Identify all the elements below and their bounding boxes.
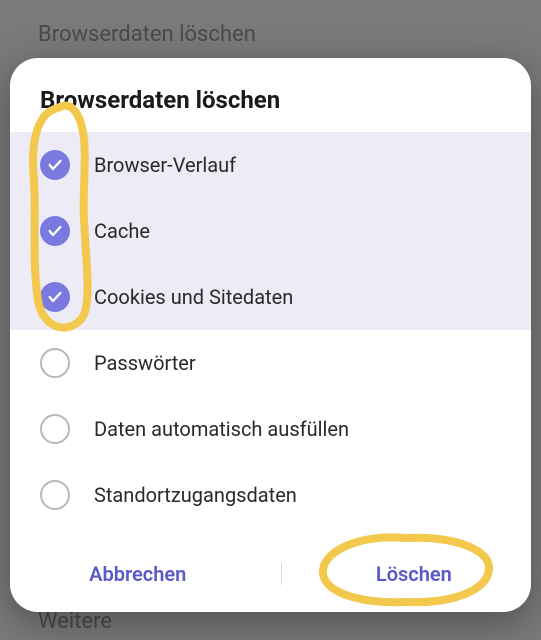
dialog-actions: Abbrechen Löschen — [10, 540, 531, 612]
checkbox-icon — [40, 150, 70, 180]
checkbox-icon — [40, 216, 70, 246]
option-location[interactable]: Standortzugangsdaten — [10, 462, 531, 528]
option-passwords[interactable]: Passwörter — [10, 330, 531, 396]
option-label: Passwörter — [94, 351, 196, 375]
clear-data-dialog: Browserdaten löschen Browser-Verlauf Cac… — [10, 58, 531, 612]
checkbox-icon — [40, 348, 70, 378]
checkbox-icon — [40, 480, 70, 510]
checkbox-icon — [40, 414, 70, 444]
option-cache[interactable]: Cache — [10, 198, 531, 264]
checkbox-icon — [40, 282, 70, 312]
option-label: Browser-Verlauf — [94, 153, 236, 177]
option-label: Cache — [94, 219, 150, 243]
delete-button[interactable]: Löschen — [352, 552, 476, 596]
dialog-title: Browserdaten löschen — [10, 58, 531, 132]
background-page-footer: Weitere — [38, 609, 112, 634]
background-page-title: Browserdaten löschen — [38, 22, 256, 47]
option-autofill[interactable]: Daten automatisch ausfüllen — [10, 396, 531, 462]
cancel-button[interactable]: Abbrechen — [65, 552, 210, 596]
action-divider — [281, 563, 282, 585]
option-cookies[interactable]: Cookies und Sitedaten — [10, 264, 531, 330]
option-label: Cookies und Sitedaten — [94, 285, 293, 309]
option-label: Daten automatisch ausfüllen — [94, 417, 349, 441]
option-label: Standortzugangsdaten — [94, 483, 297, 507]
options-list: Browser-Verlauf Cache Cookies und Siteda… — [10, 132, 531, 540]
option-browser-history[interactable]: Browser-Verlauf — [10, 132, 531, 198]
